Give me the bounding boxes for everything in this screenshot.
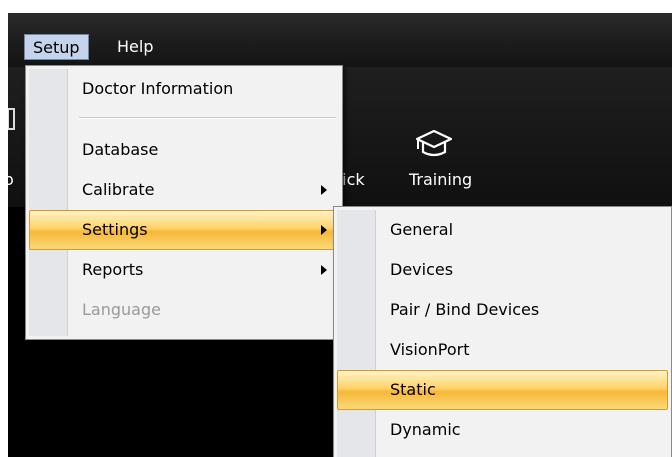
menu-setup[interactable]: Setup [24, 34, 89, 60]
toolbar-partial-icon [8, 108, 15, 130]
submenu-item-static[interactable]: Static [337, 370, 668, 410]
setup-menu: Doctor Information Database Calibrate Se… [25, 65, 343, 340]
menu-separator [79, 117, 336, 119]
menu-item-label: Static [390, 380, 436, 399]
settings-submenu: General Devices Pair / Bind Devices Visi… [333, 206, 672, 457]
menu-item-doctor-information[interactable]: Doctor Information [29, 69, 339, 109]
submenu-arrow-icon [321, 265, 327, 275]
submenu-arrow-icon [321, 225, 327, 235]
menu-item-settings[interactable]: Settings [29, 210, 339, 250]
menu-item-reports[interactable]: Reports [29, 250, 339, 290]
graduation-cap-icon [415, 129, 453, 157]
toolbar-training-button[interactable]: Training [409, 170, 472, 189]
menu-item-language: Language [29, 290, 339, 330]
submenu-item-devices[interactable]: Devices [337, 250, 668, 290]
menu-item-label: Language [82, 300, 161, 319]
app-window: Setup Help o uick Training Doctor Inform… [8, 13, 672, 457]
menu-item-label: Reports [82, 260, 144, 279]
menu-item-label: VisionPort [390, 340, 470, 359]
menu-item-label: Database [82, 140, 159, 159]
menu-item-database[interactable]: Database [29, 130, 339, 170]
menu-item-label: Devices [390, 260, 454, 279]
toolbar-partial-item[interactable]: o [8, 170, 14, 189]
submenu-item-general[interactable]: General [337, 210, 668, 250]
menu-item-label: General [390, 220, 454, 239]
menu-item-label: Settings [82, 220, 148, 239]
menu-item-label: Calibrate [82, 180, 155, 199]
submenu-item-dynamic[interactable]: Dynamic [337, 410, 668, 450]
submenu-arrow-icon [321, 185, 327, 195]
submenu-item-visionport[interactable]: VisionPort [337, 330, 668, 370]
menu-item-calibrate[interactable]: Calibrate [29, 170, 339, 210]
menu-item-label: Doctor Information [82, 79, 234, 98]
menu-help[interactable]: Help [109, 34, 161, 60]
menu-bar: Setup Help [8, 13, 672, 67]
menu-item-label: Pair / Bind Devices [390, 300, 540, 319]
submenu-item-pair-bind-devices[interactable]: Pair / Bind Devices [337, 290, 668, 330]
menu-item-label: Dynamic [390, 420, 461, 439]
